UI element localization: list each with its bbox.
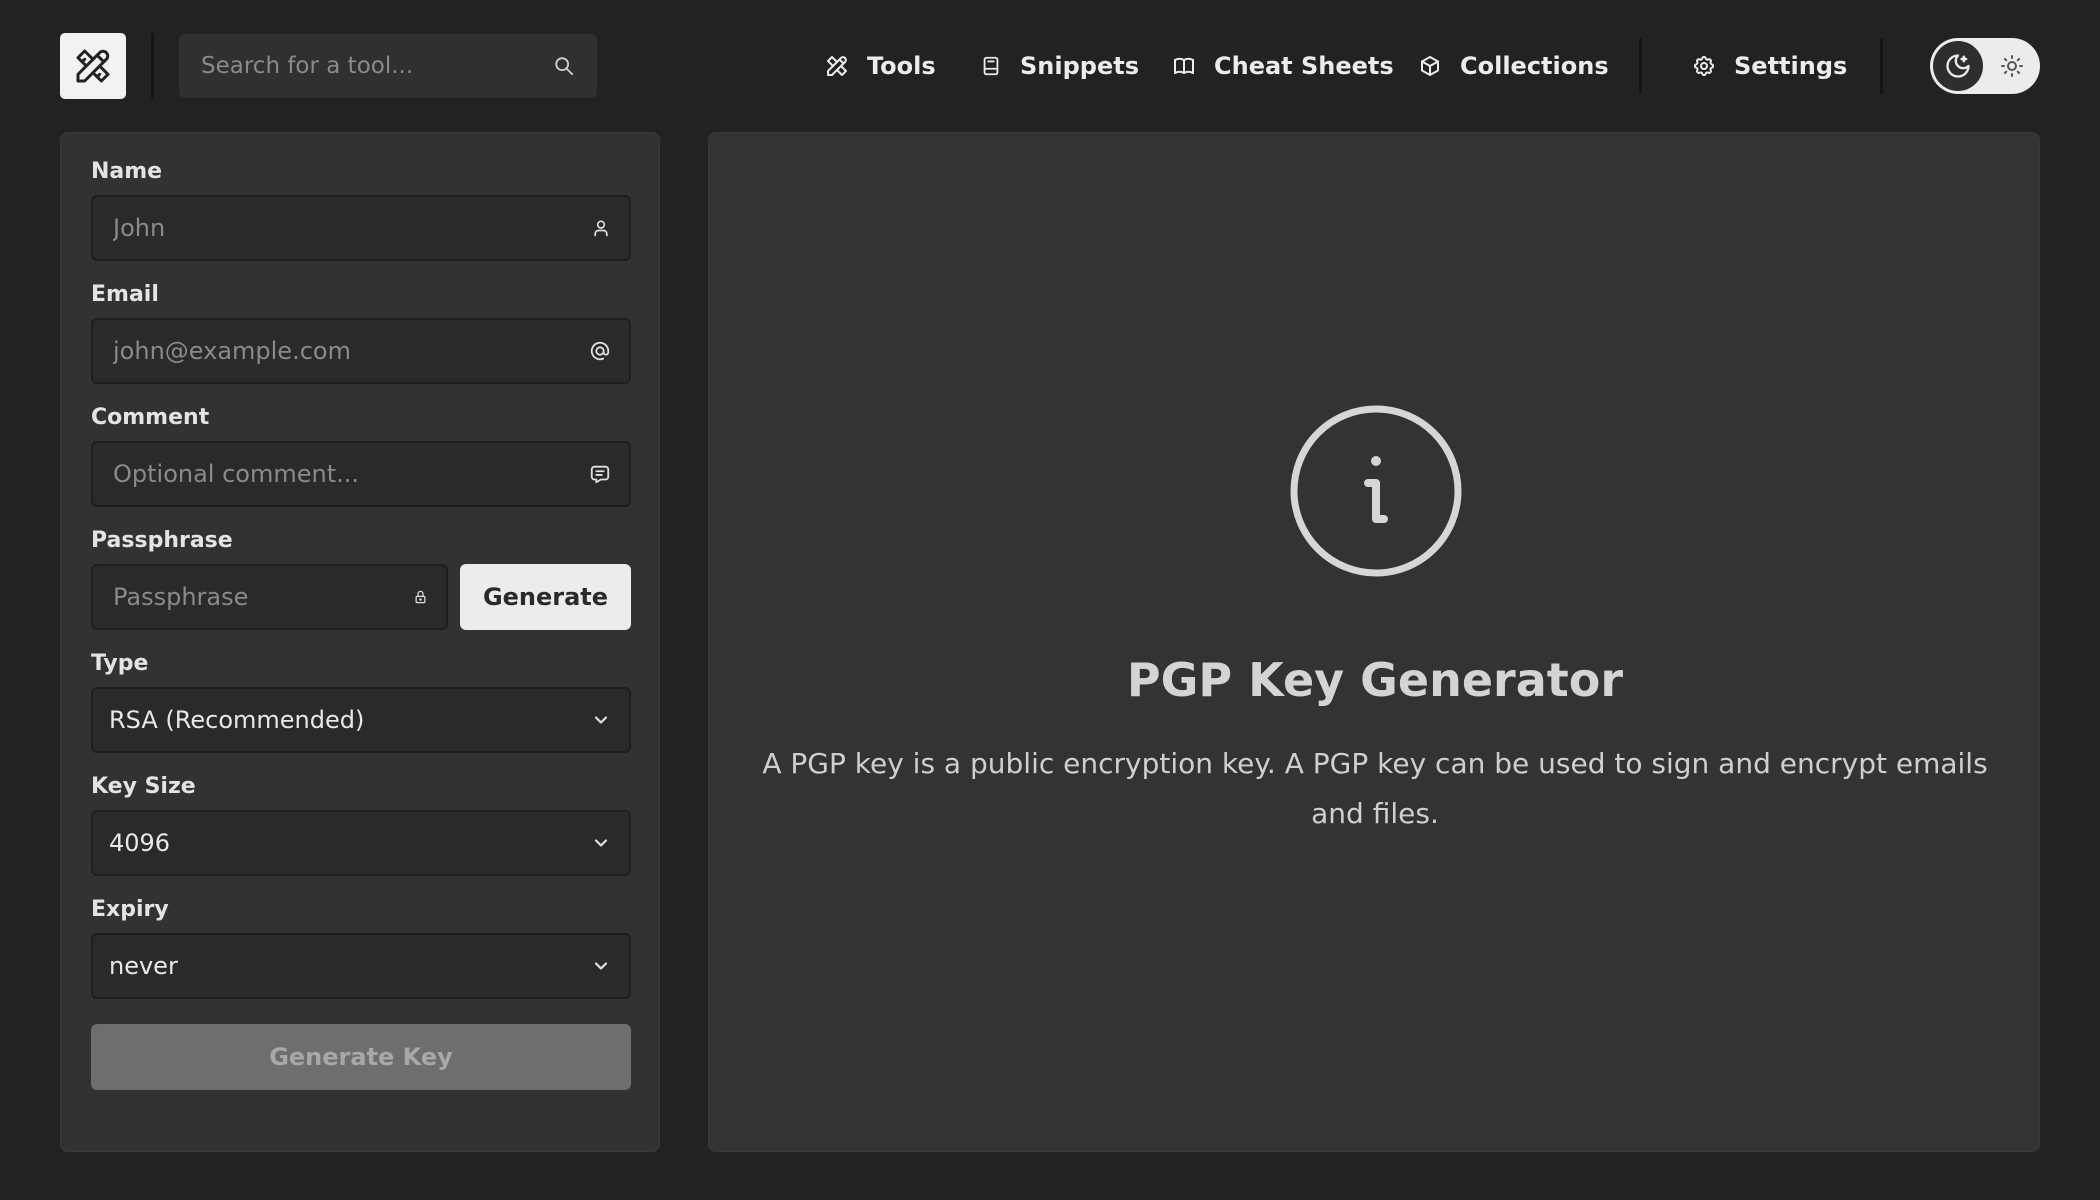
nav-collections-label: Collections — [1460, 52, 1609, 80]
nav-cheat-sheets-label: Cheat Sheets — [1214, 52, 1394, 80]
nav-settings[interactable]: Settings — [1692, 40, 1847, 92]
type-select-value: RSA (Recommended) — [109, 706, 365, 734]
divider — [151, 33, 154, 99]
key-size-select[interactable]: 4096 — [91, 810, 631, 876]
passphrase-field[interactable] — [91, 564, 448, 630]
chevron-down-icon — [594, 716, 608, 724]
moon-icon — [1946, 54, 1970, 78]
name-input[interactable] — [113, 214, 591, 242]
email-field[interactable] — [91, 318, 631, 384]
nav-snippets-label: Snippets — [1020, 52, 1139, 80]
nav-cheat-sheets[interactable]: Cheat Sheets — [1172, 40, 1394, 92]
type-label: Type — [91, 651, 149, 676]
chevron-down-icon — [594, 962, 608, 970]
nav-snippets[interactable]: Snippets — [980, 40, 1139, 92]
theme-toggle[interactable] — [1930, 38, 2040, 94]
form-panel: Name Email Comment Passphrase Generate T… — [60, 132, 660, 1152]
generate-passphrase-button[interactable]: Generate — [460, 564, 631, 630]
tools-icon — [76, 49, 110, 83]
name-label: Name — [91, 159, 163, 184]
nav-tools-label: Tools — [867, 52, 936, 80]
logo[interactable] — [60, 33, 126, 99]
info-icon — [1290, 405, 1462, 577]
message-icon — [590, 465, 610, 484]
page-description: A PGP key is a public encryption key. A … — [762, 747, 1988, 830]
top-bar: Tools Snippets Cheat Sheets Collections … — [0, 0, 2100, 132]
type-select[interactable]: RSA (Recommended) — [91, 687, 631, 753]
search-icon[interactable] — [553, 55, 575, 77]
comment-label: Comment — [91, 405, 210, 430]
page-title: PGP Key Generator — [1126, 653, 1624, 707]
key-size-label: Key Size — [91, 774, 196, 799]
email-input[interactable] — [113, 337, 589, 365]
nav-collections[interactable]: Collections — [1418, 40, 1609, 92]
passphrase-input[interactable] — [113, 583, 413, 611]
lock-icon — [415, 590, 426, 604]
search-input[interactable] — [201, 53, 553, 79]
user-icon — [594, 220, 608, 237]
expiry-select[interactable]: never — [91, 933, 631, 999]
passphrase-label: Passphrase — [91, 528, 233, 553]
result-panel: PGP Key Generator A PGP key is a public … — [708, 132, 2040, 1152]
box-icon — [1421, 56, 1439, 76]
divider — [1639, 38, 1642, 94]
sun-icon[interactable] — [2000, 54, 2024, 78]
name-field[interactable] — [91, 195, 631, 261]
key-size-select-value: 4096 — [109, 829, 171, 857]
comment-input[interactable] — [113, 460, 589, 488]
gear-icon — [1693, 55, 1715, 77]
book-icon — [1174, 57, 1194, 74]
theme-toggle-knob[interactable] — [1933, 41, 1983, 91]
nav-tools[interactable]: Tools — [825, 40, 936, 92]
divider — [1880, 38, 1883, 94]
email-label: Email — [91, 282, 159, 307]
chevron-down-icon — [594, 839, 608, 847]
expiry-label: Expiry — [91, 897, 169, 922]
nav-settings-label: Settings — [1734, 52, 1848, 80]
at-icon — [590, 341, 610, 361]
tools-icon — [827, 56, 847, 76]
expiry-select-value: never — [109, 952, 178, 980]
notebook-icon — [983, 56, 999, 76]
search-box[interactable] — [179, 34, 597, 98]
comment-field[interactable] — [91, 441, 631, 507]
generate-key-button[interactable]: Generate Key — [91, 1024, 631, 1090]
